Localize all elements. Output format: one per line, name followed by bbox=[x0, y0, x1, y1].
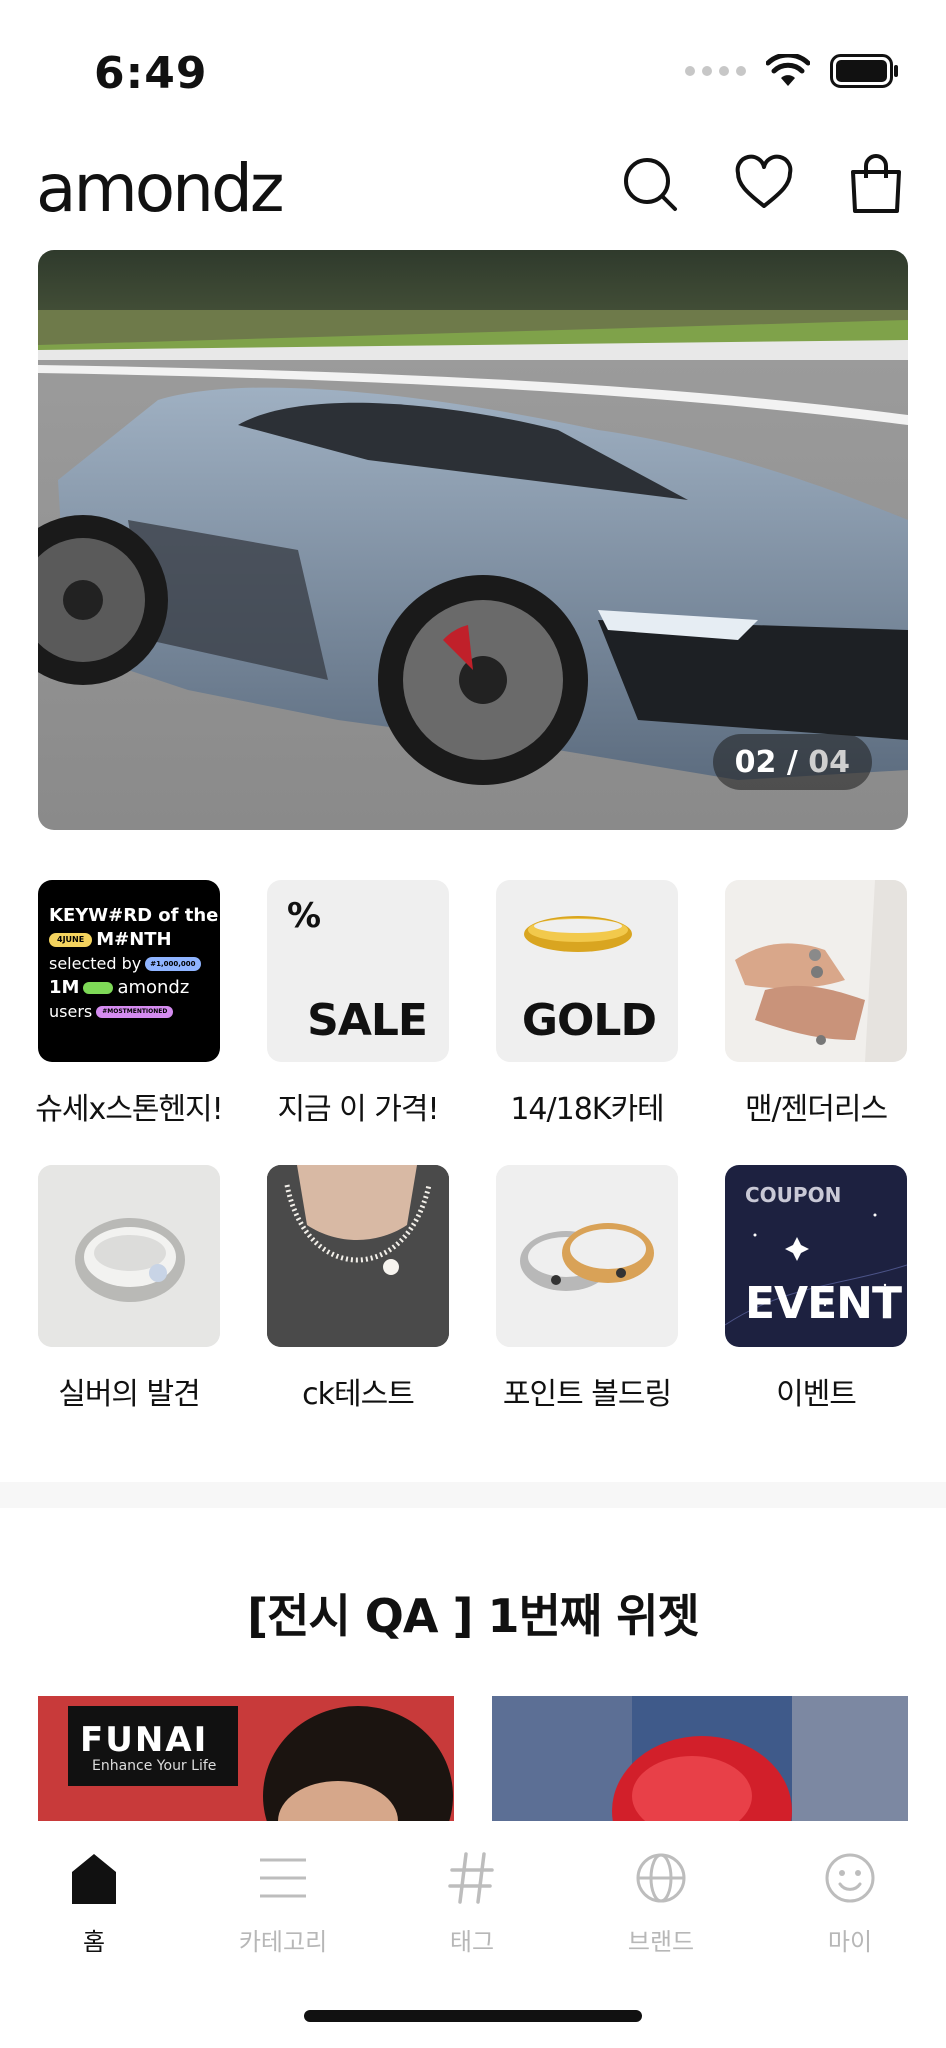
banner-total-count: 04 bbox=[808, 744, 850, 780]
coupon-tag: COUPON bbox=[745, 1183, 842, 1207]
widget-card-2[interactable] bbox=[492, 1696, 908, 1821]
tab-label: 홈 bbox=[82, 1928, 106, 1956]
silver-ring-thumbnail bbox=[38, 1165, 220, 1347]
battery-icon bbox=[830, 54, 898, 88]
widget-card-1-sub: Enhance Your Life bbox=[92, 1758, 217, 1774]
app-header: amondz bbox=[0, 140, 946, 250]
widget-title: [전시 QA ] 1번째 위젯 bbox=[247, 1589, 700, 1643]
tab-label: 브랜드 bbox=[627, 1928, 695, 1956]
hands-rings-thumbnail bbox=[725, 880, 907, 1062]
arrow-icon bbox=[83, 982, 114, 994]
home-icon bbox=[72, 1854, 116, 1904]
tab-brand[interactable]: 브랜드 bbox=[586, 1848, 736, 1957]
wifi-icon bbox=[766, 54, 810, 86]
banner-current-index: 02 bbox=[734, 744, 777, 780]
status-time: 6:49 bbox=[94, 48, 208, 99]
keyword-line-6: users bbox=[49, 1002, 93, 1021]
keyword-line-2: M#NTH bbox=[96, 929, 172, 950]
menu-icon bbox=[260, 1858, 306, 1898]
category-item-genderless[interactable]: 맨/젠더리스 bbox=[701, 880, 931, 1128]
section-divider bbox=[0, 1482, 946, 1508]
hands-rings-image bbox=[725, 880, 907, 1062]
category-item-event[interactable]: COUPON EVENT 이벤트 bbox=[701, 1165, 931, 1413]
category-label: 이벤트 bbox=[776, 1377, 857, 1412]
home-indicator bbox=[304, 2010, 642, 2022]
category-label: 포인트 볼드링 bbox=[502, 1377, 672, 1412]
globe-icon bbox=[636, 1853, 686, 1903]
category-item-bold-ring[interactable]: 포인트 볼드링 bbox=[472, 1165, 702, 1413]
keyword-line-3: selected by bbox=[49, 954, 142, 973]
category-label: 실버의 발견 bbox=[58, 1377, 201, 1412]
smiley-icon bbox=[825, 1853, 875, 1903]
category-label: 슈세x스톤헨지! bbox=[35, 1092, 223, 1127]
category-label: 14/18K카테 bbox=[510, 1092, 664, 1127]
category-item-gold[interactable]: GOLD 14/18K카테 bbox=[472, 880, 702, 1128]
tab-my[interactable]: 마이 bbox=[775, 1848, 925, 1957]
keyword-line-4: 1M bbox=[49, 977, 80, 998]
widget-card-1[interactable]: FUNAI Enhance Your Life bbox=[38, 1696, 454, 1821]
bold-rings-thumbnail bbox=[496, 1165, 678, 1347]
tab-label: 카테고리 bbox=[238, 1928, 328, 1956]
search-icon[interactable] bbox=[620, 154, 680, 214]
cellular-signal-icon bbox=[685, 66, 746, 76]
category-label: 맨/젠더리스 bbox=[744, 1092, 888, 1127]
tab-category[interactable]: 카테고리 bbox=[208, 1848, 358, 1957]
category-item-ck-test[interactable]: ck테스트 bbox=[243, 1165, 473, 1413]
event-word: EVENT bbox=[745, 1278, 902, 1329]
keyword-chip-june: 4JUNE bbox=[49, 933, 93, 947]
status-icons bbox=[685, 54, 900, 88]
category-label: ck테스트 bbox=[302, 1377, 415, 1412]
hashtag-icon bbox=[448, 1852, 494, 1904]
banner-page-counter: 02 / 04 bbox=[712, 734, 872, 790]
sale-thumbnail: % SALE bbox=[267, 880, 449, 1062]
gold-thumbnail: GOLD bbox=[496, 880, 678, 1062]
pearl-necklace-image bbox=[267, 1165, 449, 1347]
keyword-line-1: KEYW#RD of the bbox=[49, 905, 219, 926]
keyword-chip-mentioned: #MOSTMENTIONED bbox=[96, 1006, 174, 1018]
category-item-sale[interactable]: % SALE 지금 이 가격! bbox=[243, 880, 473, 1128]
category-item-silver[interactable]: 실버의 발견 bbox=[14, 1165, 244, 1413]
widget-card-2-image bbox=[492, 1696, 908, 1821]
percent-tag: % bbox=[287, 896, 322, 936]
category-label: 지금 이 가격! bbox=[277, 1092, 439, 1127]
tab-label: 마이 bbox=[827, 1928, 873, 1956]
sale-word: SALE bbox=[307, 995, 428, 1046]
keyword-chip-million: #1,000,000 bbox=[145, 957, 201, 971]
keyword-banner-thumbnail: KEYW#RD of the 4JUNE M#NTH selected by #… bbox=[38, 880, 220, 1062]
tab-tag[interactable]: 태그 bbox=[397, 1848, 547, 1957]
silver-ring-image bbox=[38, 1165, 220, 1347]
pearl-necklace-thumbnail bbox=[267, 1165, 449, 1347]
tab-label: 태그 bbox=[449, 1928, 495, 1956]
bold-rings-image bbox=[496, 1165, 678, 1347]
category-item-keyword[interactable]: KEYW#RD of the 4JUNE M#NTH selected by #… bbox=[14, 880, 244, 1128]
brand-logo[interactable]: amondz bbox=[36, 150, 284, 227]
tab-home[interactable]: 홈 bbox=[19, 1848, 169, 1957]
event-thumbnail: COUPON EVENT bbox=[725, 1165, 907, 1347]
heart-icon[interactable] bbox=[734, 154, 794, 214]
gold-word: GOLD bbox=[521, 995, 657, 1046]
gold-ring-icon bbox=[524, 916, 632, 952]
shopping-bag-icon[interactable] bbox=[846, 154, 906, 214]
hero-banner[interactable]: 02 / 04 bbox=[38, 250, 908, 830]
keyword-line-5: amondz bbox=[117, 977, 190, 998]
widget-card-1-sign: FUNAI bbox=[80, 1720, 209, 1760]
banner-counter-separator: / bbox=[776, 744, 809, 780]
status-bar: 6:49 bbox=[0, 0, 946, 140]
